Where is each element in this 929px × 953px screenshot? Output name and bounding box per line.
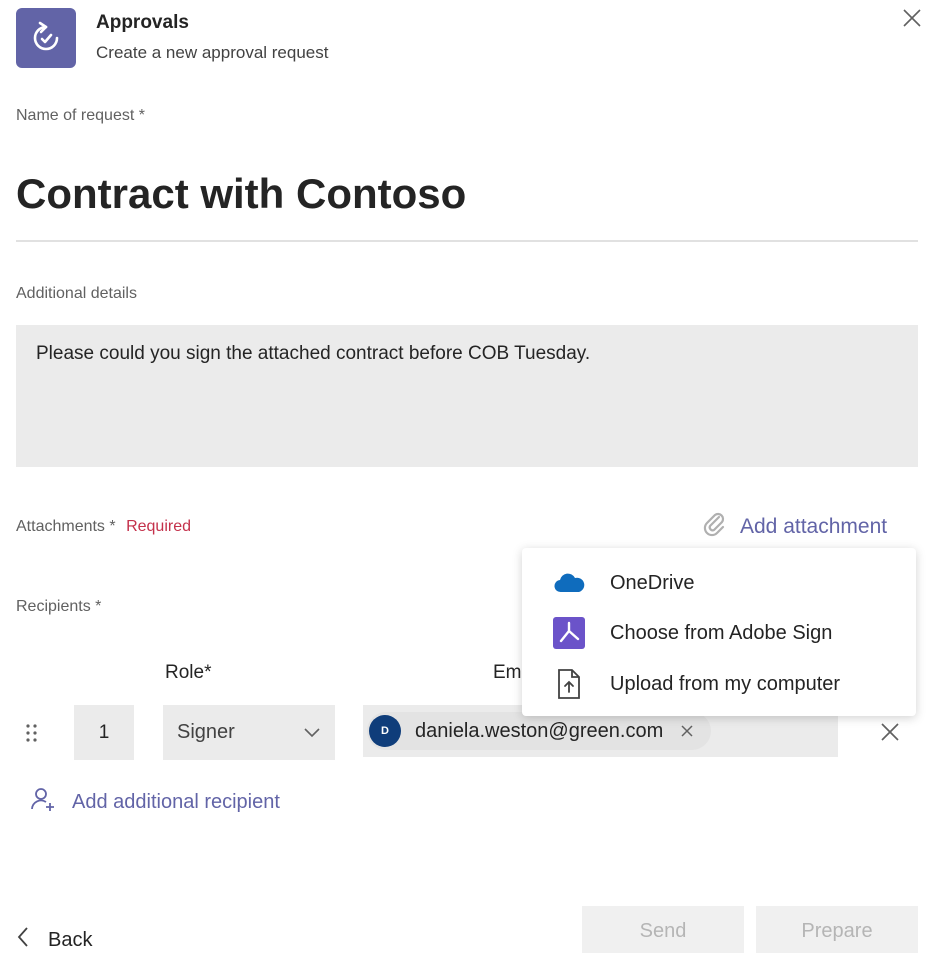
add-attachment-button[interactable]: Add attachment [702,510,887,544]
recipient-pill: D daniela.weston@green.com [367,712,712,750]
attachments-label: Attachments * Required [16,518,192,535]
upload-file-icon [552,667,586,701]
menu-item-upload[interactable]: Upload from my computer [522,661,916,707]
onedrive-icon [552,566,586,600]
back-button[interactable]: Back [16,922,92,953]
back-label: Back [48,928,93,951]
chevron-down-icon [303,721,321,744]
role-selected-value: Signer [177,721,235,743]
role-dropdown[interactable]: Signer [163,705,335,760]
additional-details-label: Additional details [16,285,137,302]
app-title: Approvals [96,12,189,33]
name-of-request-label: Name of request * [16,107,145,124]
app-subtitle: Create a new approval request [96,43,329,62]
close-icon[interactable] [898,4,926,32]
chevron-left-icon [16,926,30,953]
remove-row-icon[interactable] [876,718,904,746]
paperclip-icon [702,511,728,543]
add-person-icon [30,786,56,818]
prepare-button[interactable]: Prepare [756,906,918,953]
send-button[interactable]: Send [582,906,744,953]
add-attachment-label: Add attachment [740,515,888,538]
menu-item-onedrive[interactable]: OneDrive [522,560,916,606]
email-column-header: Email [493,662,521,683]
adobe-sign-icon [552,616,586,650]
additional-details-textarea[interactable]: Please could you sign the attached contr… [16,325,918,467]
menu-item-adobe-sign[interactable]: Choose from Adobe Sign [522,610,916,656]
role-column-header: Role* [165,662,212,683]
drag-handle-icon[interactable] [20,718,44,748]
required-indicator: Required [126,518,192,535]
remove-recipient-pill-icon[interactable] [677,721,697,741]
add-recipient-label: Add additional recipient [72,790,280,813]
recipients-label: Recipients * [16,598,102,615]
attachment-source-menu: OneDrive Choose from Adobe Sign Upload f… [522,548,916,716]
request-name-underline [16,240,918,242]
add-recipient-button[interactable]: Add additional recipient [30,785,280,819]
request-name-input[interactable]: Contract with Contoso [16,170,466,218]
signing-order-input[interactable]: 1 [74,705,134,760]
avatar: D [369,715,401,747]
approvals-icon [16,8,76,68]
recipient-email: daniela.weston@green.com [415,719,664,742]
